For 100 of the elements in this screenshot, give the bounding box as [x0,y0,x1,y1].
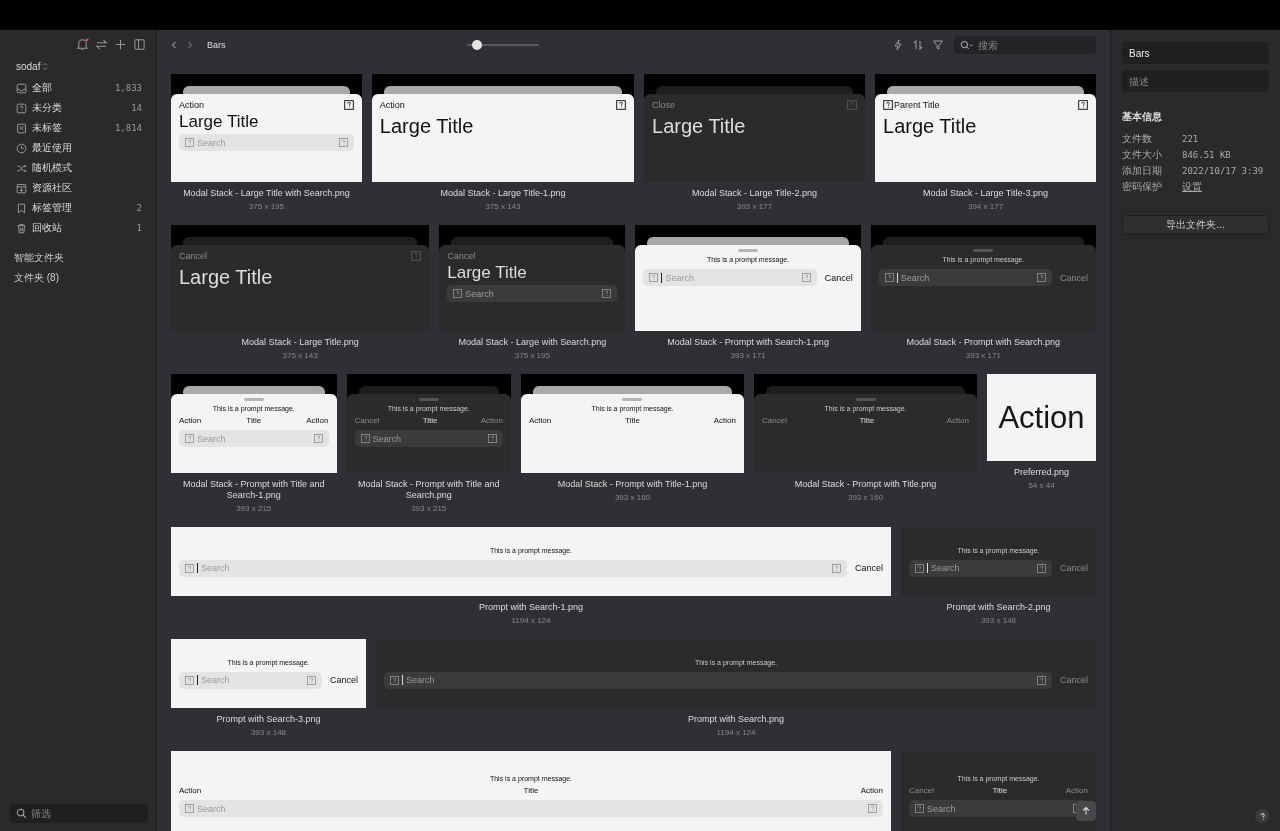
name-field[interactable]: Bars [1122,42,1269,64]
nav-title: Title [625,416,640,425]
nav-button-label: Action [480,416,503,425]
cancel-label: Cancel [855,563,883,573]
folder-title: Bars [207,40,226,50]
info-value: 2022/10/17 3:39 [1182,166,1264,176]
image-dimensions: 393 x 148 [249,728,288,737]
image-dimensions: 393 x 215 [235,504,273,513]
search-placeholder: Search [900,272,930,283]
nav-button-label: Cancel [354,416,380,425]
nav-button-label: Cancel [179,250,207,261]
sidebar-item[interactable]: 未分类 14 [10,98,148,118]
placeholder-icon [313,434,323,443]
file-name: Modal Stack - Prompt with Search-1.png [666,337,830,348]
placeholder-icon [1037,675,1046,685]
back-icon[interactable] [169,40,179,50]
search-field[interactable]: 搜索 [954,36,1096,54]
placeholder-icon [602,289,612,298]
add-icon[interactable] [114,38,127,51]
thumbnail[interactable]: Action Large Title Search [171,74,362,182]
cancel-label: Cancel [1060,563,1088,573]
library-switcher[interactable]: sodaf [10,57,148,78]
sort-icon[interactable] [912,39,924,51]
thumbnail[interactable]: Cancel Large Title [171,225,430,331]
slider-thumb[interactable] [471,40,482,50]
thumbnail[interactable]: Parent Title Large Title [875,74,1096,182]
filter-field[interactable]: 筛选 [10,804,148,823]
help-button[interactable] [1255,809,1269,823]
sidebar-item[interactable]: 资源社区 [10,178,148,198]
placeholder-icon [185,563,194,573]
sidebar-section[interactable]: 文件夹 (8) [10,268,148,288]
placeholder-icon [338,138,348,147]
shuffle-icon [16,162,27,174]
sidebar-item[interactable]: 标签管理 2 [10,198,148,218]
sidebar-item[interactable]: 回收站 1 [10,218,148,238]
search-placeholder: Search [931,563,960,573]
bell-icon[interactable] [76,38,89,51]
large-title: Large Title [379,115,475,138]
image-dimensions: 1194 x 124 [715,728,757,737]
thumbnail[interactable]: Cancel Large Title Search [439,225,626,331]
placeholder-icon [185,804,194,813]
thumbnail[interactable]: Action [987,374,1096,461]
sidebar-item[interactable]: 随机模式 [10,158,148,178]
tag-box-icon [16,122,27,134]
grabber-handle [622,398,643,401]
settings-link[interactable]: 设置 [1182,180,1202,194]
large-title: Large Title [652,115,747,138]
grabber-handle [243,398,264,401]
sidebar-item-label: 回收站 [32,221,63,235]
search-placeholder: Search [197,137,226,148]
sidebar-item-label: 资源社区 [32,181,73,195]
file-name: Preferred.png [1013,467,1071,478]
file-name: Prompt with Search-2.png [945,602,1052,613]
download-box-icon [16,182,27,194]
item-count: 14 [131,103,142,113]
thumbnail[interactable]: Action Large Title [371,74,635,182]
image-dimensions: 393 x 171 [729,351,767,360]
search-placeholder: Search [665,272,694,283]
info-label: 文件大小 [1122,148,1163,162]
filter-icon[interactable] [932,39,944,51]
cancel-label: Cancel [824,272,853,283]
sidebar-item[interactable]: 全部 1,833 [10,78,148,98]
file-name: Modal Stack - Prompt with Title and Search-1.png [181,479,326,501]
sidebar-item[interactable]: 未标签 1,814 [10,118,148,138]
sidebar-toggle-icon[interactable] [133,38,146,51]
sidebar-section[interactable]: 智能文件夹 [10,248,148,268]
placeholder-icon [307,675,316,685]
nav-button-label: Action [946,416,969,425]
sidebar-item-label: 未标签 [32,121,63,135]
image-dimensions: 375 x 195 [513,351,551,360]
bolt-icon[interactable] [892,39,904,51]
thumbnail-text: Action [998,399,1085,436]
placeholder-icon [390,675,399,685]
nav-button-label: Action [179,99,204,110]
placeholder-icon [185,675,194,685]
search-placeholder: Search [197,433,226,444]
scroll-to-top-button[interactable] [1076,801,1096,821]
search-placeholder: Search [927,803,956,814]
image-dimensions: 393 x 160 [846,493,885,502]
export-folder-button[interactable]: 导出文件夹... [1122,215,1269,235]
file-name: Modal Stack - Prompt with Search.png [905,337,1062,348]
placeholder-icon [1036,273,1046,282]
sidebar-item-label: 全部 [32,81,53,95]
file-name: Prompt with Search-1.png [477,602,585,613]
description-field[interactable]: 描述 [1122,70,1269,92]
thumbnail[interactable]: Close Large Title [644,74,865,182]
search-placeholder: Search [201,563,230,573]
item-count: 2 [136,203,142,213]
nav-title: Title [246,416,262,425]
nav-button-label: Action [179,416,202,425]
nav-button-label: Parent Title [894,99,940,110]
swap-icon[interactable] [95,38,108,51]
placeholder-icon [868,804,877,813]
placeholder-icon [884,273,894,282]
question-box-icon [16,102,27,114]
file-name: Modal Stack - Large Title-2.png [691,188,819,199]
sidebar-item[interactable]: 最近使用 [10,138,148,158]
chevron-icon [42,62,49,71]
nav-button-label: Cancel [447,250,476,261]
section-heading: 基本信息 [1122,110,1163,124]
